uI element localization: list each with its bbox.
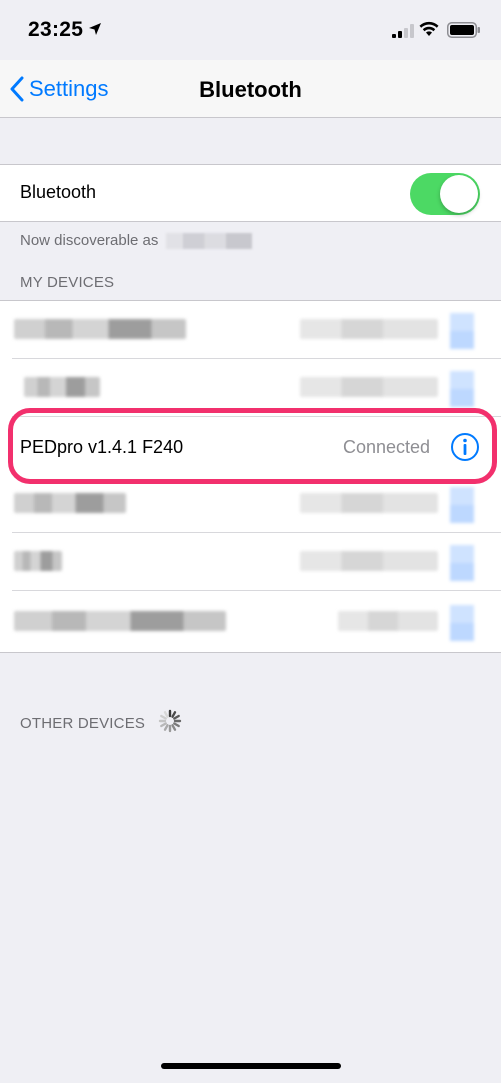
obscured-device-status	[338, 611, 438, 631]
info-icon[interactable]	[450, 545, 474, 581]
obscured-device-name	[14, 319, 186, 339]
obscured-device-status	[300, 377, 438, 397]
loading-spinner-icon	[157, 708, 183, 738]
status-time: 23:25	[28, 18, 84, 41]
obscured-device-name	[24, 377, 100, 397]
battery-icon	[447, 22, 481, 43]
obscured-device-name	[14, 611, 226, 631]
list-item[interactable]	[0, 533, 501, 591]
toggle-knob	[440, 175, 478, 213]
wifi-icon	[419, 21, 439, 42]
highlight-annotation	[8, 408, 497, 484]
location-arrow-icon	[88, 22, 102, 41]
discoverable-note: Now discoverable as	[20, 232, 253, 249]
info-icon[interactable]	[450, 313, 474, 349]
discoverable-text: Now discoverable as	[20, 232, 159, 249]
obscured-device-name	[14, 551, 62, 571]
obscured-device-name	[166, 232, 253, 249]
list-item[interactable]	[0, 591, 501, 653]
obscured-device-status	[300, 493, 438, 513]
info-icon[interactable]	[450, 371, 474, 407]
status-bar: 23:25	[0, 0, 501, 60]
other-devices-header: OTHER DEVICES	[20, 708, 183, 738]
other-devices-label: OTHER DEVICES	[20, 714, 146, 732]
cellular-signal-icon	[392, 24, 414, 43]
obscured-device-status	[300, 319, 438, 339]
bluetooth-toggle-row: Bluetooth	[0, 164, 501, 222]
bluetooth-toggle[interactable]	[410, 173, 480, 215]
bluetooth-label: Bluetooth	[20, 182, 97, 202]
page-title: Bluetooth	[199, 77, 302, 102]
home-indicator[interactable]	[161, 1063, 341, 1069]
navigation-bar: Settings Bluetooth	[0, 60, 501, 118]
my-devices-header: MY DEVICES	[20, 274, 115, 291]
info-icon[interactable]	[450, 605, 474, 641]
info-icon[interactable]	[450, 487, 474, 523]
obscured-device-name	[14, 493, 126, 513]
obscured-device-status	[300, 551, 438, 571]
list-item[interactable]	[0, 301, 501, 359]
